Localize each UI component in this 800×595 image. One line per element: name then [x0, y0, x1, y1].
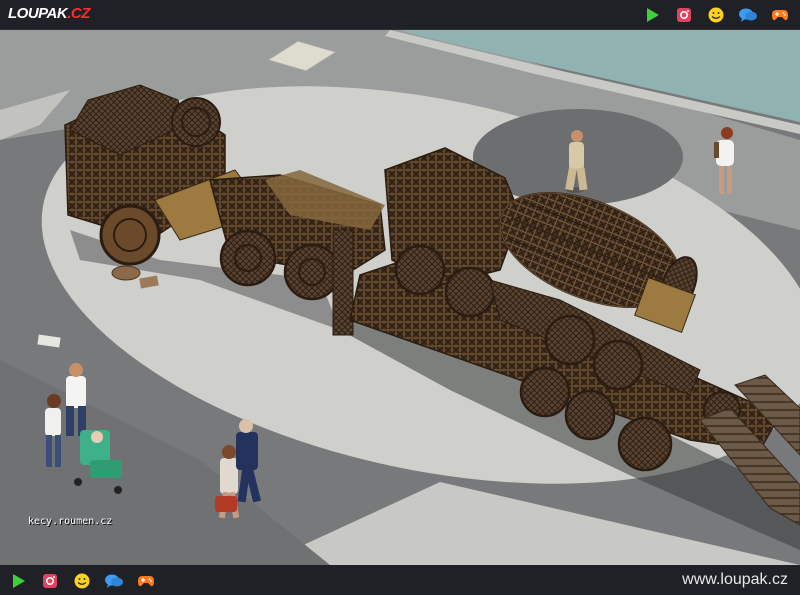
chat-icon[interactable]: [738, 6, 758, 24]
bottom-bar: www.loupak.cz: [0, 565, 800, 595]
instagram-icon[interactable]: [674, 6, 694, 24]
gamepad-icon[interactable]: [770, 6, 790, 24]
site-url-link[interactable]: www.loupak.cz: [682, 571, 788, 589]
smiley-icon[interactable]: [706, 6, 726, 24]
smiley-icon[interactable]: [72, 572, 92, 590]
photo: kecy.roumen.cz: [0, 30, 800, 565]
play-icon[interactable]: [642, 6, 662, 24]
logo-tld: .CZ: [67, 5, 90, 22]
gamepad-icon[interactable]: [136, 572, 156, 590]
photo-illustration: [0, 30, 800, 565]
site-logo[interactable]: LOUPAK.CZ: [8, 5, 90, 22]
bottom-icon-bar: [8, 572, 156, 590]
top-bar: LOUPAK.CZ: [0, 0, 800, 30]
photo-watermark: kecy.roumen.cz: [28, 516, 113, 527]
top-icon-bar: [642, 6, 790, 24]
instagram-icon[interactable]: [40, 572, 60, 590]
chat-icon[interactable]: [104, 572, 124, 590]
logo-main: LOUPAK: [8, 5, 68, 22]
play-icon[interactable]: [8, 572, 28, 590]
